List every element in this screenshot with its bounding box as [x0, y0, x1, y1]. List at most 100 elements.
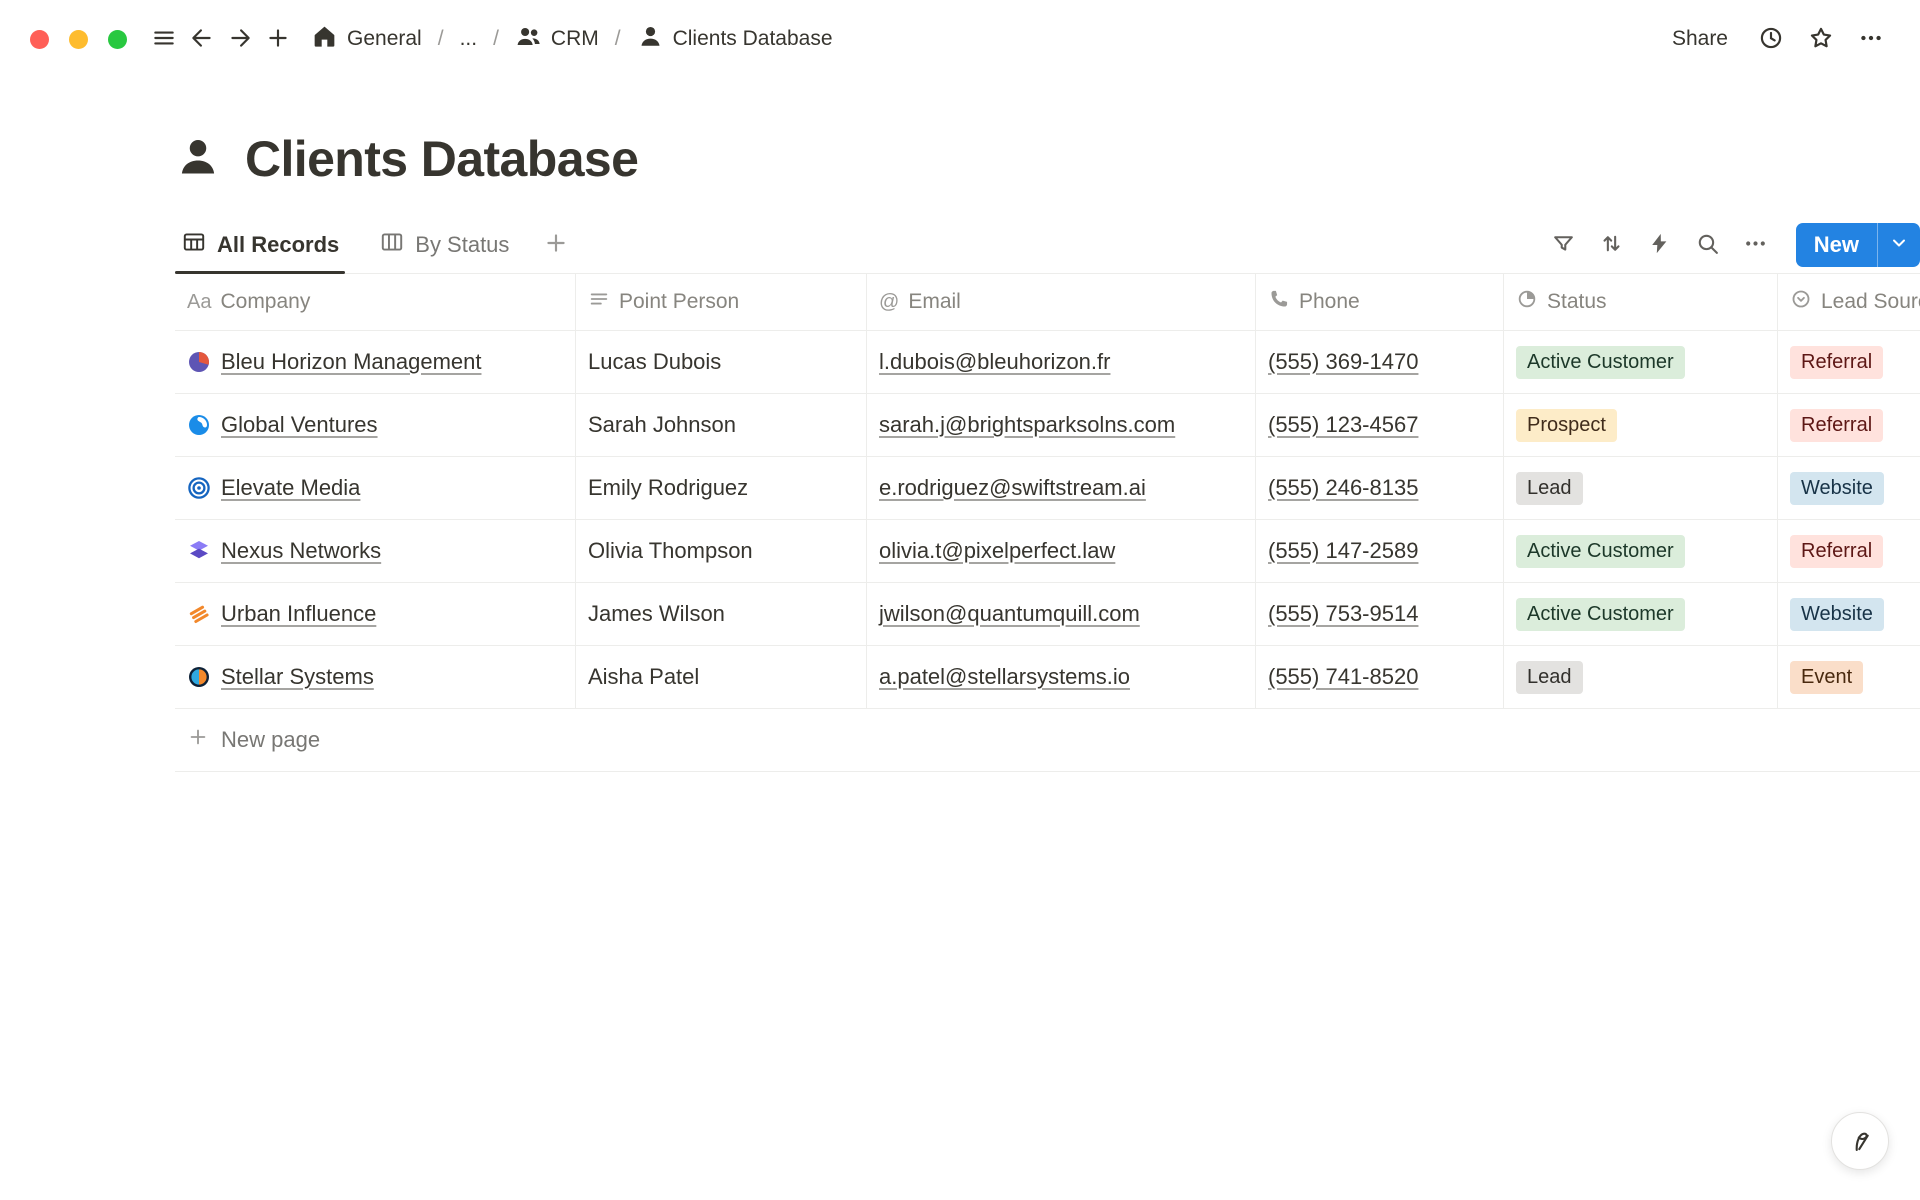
- company-name-link[interactable]: Urban Influence: [221, 601, 376, 627]
- filter-button[interactable]: [1544, 225, 1584, 265]
- lightning-icon: [1647, 231, 1672, 259]
- phone-cell[interactable]: (555) 246-8135: [1256, 457, 1504, 520]
- automation-button[interactable]: [1640, 225, 1680, 265]
- status-cell[interactable]: Active Customer: [1504, 583, 1778, 646]
- status-cell[interactable]: Lead: [1504, 457, 1778, 520]
- phone-link[interactable]: (555) 147-2589: [1268, 538, 1418, 564]
- tab-label: By Status: [415, 232, 509, 258]
- tab-label: All Records: [217, 232, 339, 258]
- phone-link[interactable]: (555) 123-4567: [1268, 412, 1418, 438]
- column-header-lead-source[interactable]: Lead Source: [1778, 274, 1920, 331]
- share-button[interactable]: Share: [1660, 21, 1740, 57]
- point-person-cell[interactable]: James Wilson: [576, 583, 867, 646]
- point-person-cell[interactable]: Sarah Johnson: [576, 394, 867, 457]
- zoom-window-button[interactable]: [108, 30, 127, 49]
- phone-cell[interactable]: (555) 369-1470: [1256, 331, 1504, 394]
- email-link[interactable]: a.patel@stellarsystems.io: [879, 664, 1130, 690]
- status-cell[interactable]: Active Customer: [1504, 331, 1778, 394]
- breadcrumb-ellipsis-label: ...: [460, 27, 478, 51]
- lead-source-cell[interactable]: Referral: [1778, 394, 1920, 457]
- hamburger-icon: [151, 25, 177, 54]
- status-badge: Lead: [1516, 661, 1583, 694]
- breadcrumb-collapsed[interactable]: ...: [454, 23, 484, 55]
- search-button[interactable]: [1688, 225, 1728, 265]
- more-options-button[interactable]: [1852, 20, 1890, 58]
- phone-link[interactable]: (555) 753-9514: [1268, 601, 1418, 627]
- company-cell[interactable]: Stellar Systems: [175, 646, 576, 709]
- point-person-cell[interactable]: Emily Rodriguez: [576, 457, 867, 520]
- sort-button[interactable]: [1592, 225, 1632, 265]
- lead-source-cell[interactable]: Website: [1778, 457, 1920, 520]
- status-cell[interactable]: Prospect: [1504, 394, 1778, 457]
- email-cell[interactable]: sarah.j@brightsparksolns.com: [867, 394, 1256, 457]
- email-link[interactable]: olivia.t@pixelperfect.law: [879, 538, 1115, 564]
- new-record-label[interactable]: New: [1796, 223, 1877, 267]
- phone-icon: [1268, 288, 1290, 316]
- email-cell[interactable]: jwilson@quantumquill.com: [867, 583, 1256, 646]
- company-name-link[interactable]: Elevate Media: [221, 475, 360, 501]
- lead-source-cell[interactable]: Event: [1778, 646, 1920, 709]
- phone-cell[interactable]: (555) 147-2589: [1256, 520, 1504, 583]
- floating-help-button[interactable]: [1831, 1112, 1889, 1170]
- column-header-status[interactable]: Status: [1504, 274, 1778, 331]
- point-person-cell[interactable]: Aisha Patel: [576, 646, 867, 709]
- column-header-company[interactable]: Aa Company: [175, 274, 576, 331]
- phone-link[interactable]: (555) 741-8520: [1268, 664, 1418, 690]
- email-link[interactable]: l.dubois@bleuhorizon.fr: [879, 349, 1110, 375]
- phone-cell[interactable]: (555) 753-9514: [1256, 583, 1504, 646]
- view-options-button[interactable]: [1736, 225, 1776, 265]
- column-header-email[interactable]: @ Email: [867, 274, 1256, 331]
- back-button[interactable]: [183, 20, 221, 58]
- breadcrumb-page[interactable]: Clients Database: [631, 19, 839, 60]
- page-person-icon[interactable]: [175, 134, 221, 185]
- email-link[interactable]: jwilson@quantumquill.com: [879, 601, 1140, 627]
- tab-by-status[interactable]: By Status: [373, 216, 515, 273]
- phone-link[interactable]: (555) 369-1470: [1268, 349, 1418, 375]
- status-badge: Active Customer: [1516, 598, 1685, 631]
- person-icon: [637, 23, 664, 56]
- column-header-phone[interactable]: Phone: [1256, 274, 1504, 331]
- sidebar-menu-button[interactable]: [145, 20, 183, 58]
- point-person-cell[interactable]: Lucas Dubois: [576, 331, 867, 394]
- email-cell[interactable]: a.patel@stellarsystems.io: [867, 646, 1256, 709]
- company-cell[interactable]: Global Ventures: [175, 394, 576, 457]
- forward-button[interactable]: [221, 20, 259, 58]
- table-row: Urban Influence James Wilson jwilson@quant…: [175, 583, 1920, 646]
- company-cell[interactable]: Urban Influence: [175, 583, 576, 646]
- phone-cell[interactable]: (555) 741-8520: [1256, 646, 1504, 709]
- new-record-button[interactable]: New: [1796, 223, 1920, 267]
- company-name-link[interactable]: Stellar Systems: [221, 664, 374, 690]
- email-cell[interactable]: l.dubois@bleuhorizon.fr: [867, 331, 1256, 394]
- tab-all-records[interactable]: All Records: [175, 216, 345, 273]
- phone-cell[interactable]: (555) 123-4567: [1256, 394, 1504, 457]
- history-button[interactable]: [1752, 20, 1790, 58]
- new-page-row[interactable]: New page: [175, 709, 1920, 772]
- status-cell[interactable]: Active Customer: [1504, 520, 1778, 583]
- breadcrumb-crm[interactable]: CRM: [509, 19, 605, 60]
- company-name-link[interactable]: Nexus Networks: [221, 538, 381, 564]
- breadcrumb-home[interactable]: General: [305, 19, 428, 60]
- point-person-cell[interactable]: Olivia Thompson: [576, 520, 867, 583]
- column-header-point-person[interactable]: Point Person: [576, 274, 867, 331]
- favorite-button[interactable]: [1802, 20, 1840, 58]
- email-cell[interactable]: e.rodriguez@swiftstream.ai: [867, 457, 1256, 520]
- add-view-button[interactable]: [537, 226, 575, 264]
- email-cell[interactable]: olivia.t@pixelperfect.law: [867, 520, 1256, 583]
- company-cell[interactable]: Bleu Horizon Management: [175, 331, 576, 394]
- phone-link[interactable]: (555) 246-8135: [1268, 475, 1418, 501]
- table-view-icon: [181, 229, 207, 261]
- close-window-button[interactable]: [30, 30, 49, 49]
- new-record-dropdown[interactable]: [1878, 223, 1920, 267]
- company-cell[interactable]: Elevate Media: [175, 457, 576, 520]
- email-link[interactable]: sarah.j@brightsparksolns.com: [879, 412, 1175, 438]
- lead-source-cell[interactable]: Referral: [1778, 331, 1920, 394]
- company-cell[interactable]: Nexus Networks: [175, 520, 576, 583]
- lead-source-cell[interactable]: Website: [1778, 583, 1920, 646]
- lead-source-cell[interactable]: Referral: [1778, 520, 1920, 583]
- company-name-link[interactable]: Global Ventures: [221, 412, 378, 438]
- status-cell[interactable]: Lead: [1504, 646, 1778, 709]
- company-name-link[interactable]: Bleu Horizon Management: [221, 349, 481, 375]
- minimize-window-button[interactable]: [69, 30, 88, 49]
- new-tab-button[interactable]: [259, 20, 297, 58]
- email-link[interactable]: e.rodriguez@swiftstream.ai: [879, 475, 1146, 501]
